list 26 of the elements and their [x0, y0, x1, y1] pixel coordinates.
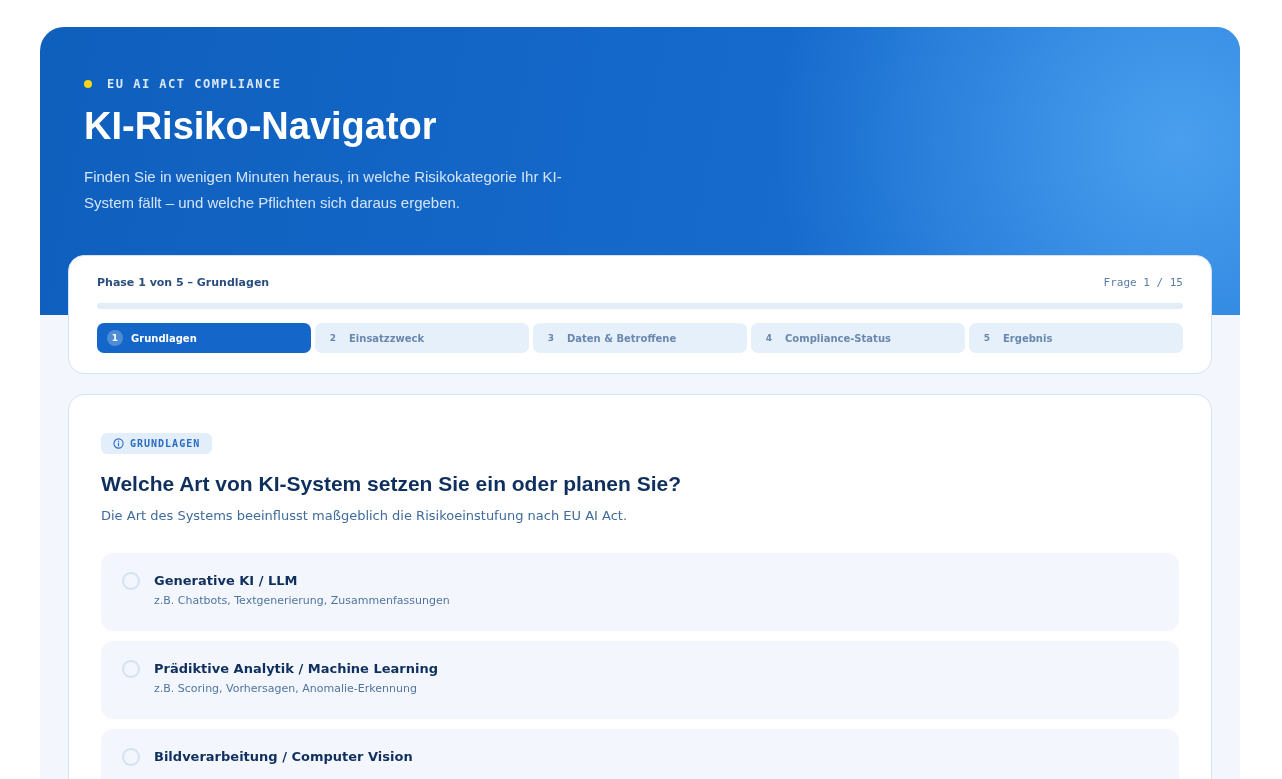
option-example: z.B. Scoring, Vorhersagen, Anomalie-Erkennung: [154, 682, 418, 695]
phase-tab[interactable]: 3 Daten & Betroffene: [533, 323, 747, 353]
phase-label: Phase 1 von 5 – Grundlagen: [97, 276, 270, 289]
page-subtitle: Finden Sie in wenigen Minuten heraus, in welche Risikokategorie Ihr KI-System fällt – und welche Pflichten sich daraus ergeben.: [84, 167, 563, 213]
phase-tab[interactable]: 2 Einsatzzweck: [315, 323, 529, 353]
option-label: Prädiktive Analytik / Machine Learning: [154, 661, 439, 676]
question-counter: Frage 1 / 15: [1103, 276, 1183, 289]
phase-tab[interactable]: 4 Compliance-Status: [751, 323, 965, 353]
option-label: Bildverarbeitung / Computer Vision: [154, 749, 413, 764]
question-title: Welche Art von KI-System setzen Sie ein oder planen Sie?: [101, 472, 682, 496]
option-example: z.B. Chatbots, Textgenerierung, Zusammenfassungen: [154, 594, 450, 607]
question-hint: Die Art des Systems beeinflusst maßgeblich die Risikoeinstufung nach EU AI Act.: [101, 508, 629, 523]
eyebrow-label: EU AI ACT COMPLIANCE: [107, 77, 282, 91]
status-dot: [84, 80, 92, 88]
answer-option[interactable]: Bildverarbeitung / Computer Vision: [101, 729, 1179, 779]
radio-button[interactable]: [122, 572, 140, 590]
radio-button[interactable]: [122, 748, 140, 766]
phase-tab[interactable]: 1 Grundlagen: [97, 323, 311, 353]
radio-button[interactable]: [122, 660, 140, 678]
page-title: KI-Risiko-Navigator: [84, 105, 438, 148]
option-label: Generative KI / LLM: [154, 573, 299, 588]
info-icon: [113, 438, 124, 449]
phase-tab[interactable]: 5 Ergebnis: [969, 323, 1183, 353]
answer-option[interactable]: Generative KI / LLM z.B. Chatbots, Textgenerierung, Zusammenfassungen: [101, 553, 1179, 631]
tag-label: GRUNDLAGEN: [130, 438, 201, 449]
answer-option[interactable]: Prädiktive Analytik / Machine Learning z.B. Scoring, Vorhersagen, Anomalie-Erkennung: [101, 641, 1179, 719]
